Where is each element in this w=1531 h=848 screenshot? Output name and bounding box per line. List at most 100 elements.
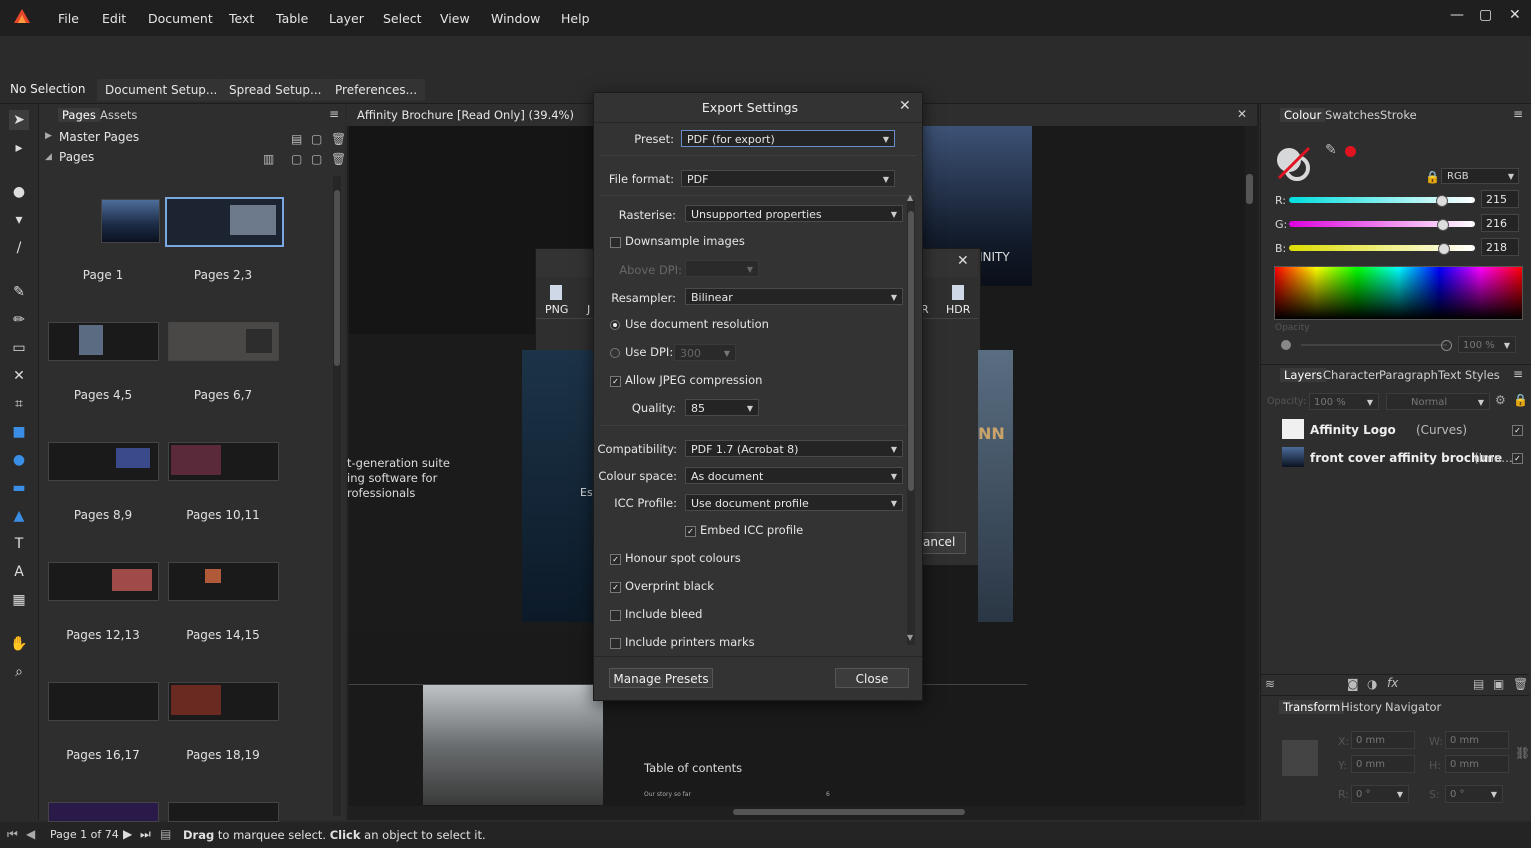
g-slider-knob[interactable]	[1437, 219, 1449, 231]
picture-frame-tool-icon[interactable]: ▭	[9, 338, 29, 358]
menu-text[interactable]: Text	[229, 11, 254, 26]
fill-stroke-swatch-icon[interactable]	[1275, 144, 1313, 182]
lock-icon[interactable]: 🔒	[1513, 393, 1528, 407]
r-slider-knob[interactable]	[1436, 195, 1448, 207]
colour-picker-tool-icon[interactable]: ●	[9, 182, 29, 202]
close-dialog-icon[interactable]: ✕	[899, 98, 911, 114]
rasterise-dropdown[interactable]: Unsupported properties ▼	[685, 205, 903, 222]
downsample-checkbox[interactable]	[610, 237, 621, 248]
printers-marks-checkbox[interactable]	[610, 638, 621, 649]
triangle-tool-icon[interactable]: ▲	[9, 506, 29, 526]
page-thumbnail[interactable]	[101, 199, 160, 243]
page-indicator[interactable]: Page 1 of 74	[50, 828, 119, 841]
horizontal-scrollbar[interactable]	[349, 806, 1245, 818]
use-dpi-radio[interactable]	[610, 348, 620, 358]
last-page-icon[interactable]: ⏭	[140, 827, 151, 842]
layer-visibility-checkbox[interactable]: ✓	[1512, 453, 1523, 464]
r-value-field[interactable]: 215	[1481, 190, 1519, 208]
expand-pages-icon[interactable]: ◢	[45, 152, 52, 162]
tab-text-styles[interactable]: Text Styles	[1438, 368, 1500, 382]
honour-spot-checkbox[interactable]: ✓	[610, 554, 621, 565]
menu-document[interactable]: Document	[148, 11, 213, 26]
pencil-tool-icon[interactable]: ✏	[9, 310, 29, 330]
compatibility-dropdown[interactable]: PDF 1.7 (Acrobat 8) ▼	[685, 440, 903, 457]
menu-table[interactable]: Table	[276, 11, 308, 26]
tab-pages[interactable]: Pages	[58, 108, 100, 122]
delete-layer-icon[interactable]: 🗑	[1513, 677, 1528, 691]
menu-view[interactable]: View	[440, 11, 470, 26]
dialog-scrollbar[interactable]	[907, 201, 915, 645]
fx-icon[interactable]: fx	[1387, 676, 1398, 690]
menu-edit[interactable]: Edit	[102, 11, 126, 26]
lock-icon[interactable]: 🔒	[1425, 170, 1440, 184]
pages-label[interactable]: Pages	[59, 150, 94, 164]
png-format-icon[interactable]	[547, 283, 567, 303]
b-value-field[interactable]: 218	[1481, 238, 1519, 256]
tab-history[interactable]: History	[1341, 700, 1382, 714]
minimize-button[interactable]: —	[1450, 7, 1464, 23]
tab-colour[interactable]: Colour	[1280, 108, 1326, 122]
resampler-dropdown[interactable]: Bilinear ▼	[685, 288, 903, 305]
layer-opacity-dropdown[interactable]: 100 % ▼	[1309, 393, 1379, 410]
tab-assets[interactable]: Assets	[100, 108, 137, 122]
page-thumbnail[interactable]	[48, 682, 159, 721]
frame-text-tool-icon[interactable]: T	[9, 534, 29, 554]
jpeg-format-label[interactable]: J	[587, 303, 590, 316]
close-format-dialog-icon[interactable]: ✕	[957, 253, 969, 269]
hand-tool-icon[interactable]: ✋	[9, 634, 29, 654]
page-thumbnail[interactable]	[168, 682, 279, 721]
spread-setup-button[interactable]: Spread Setup...	[221, 79, 330, 101]
scroll-down-icon[interactable]: ▼	[907, 633, 913, 642]
tab-navigator[interactable]: Navigator	[1385, 700, 1441, 714]
icc-profile-dropdown[interactable]: Use document profile ▼	[685, 494, 903, 511]
duplicate-page-icon[interactable]: ▢	[311, 152, 322, 166]
file-format-dropdown[interactable]: PDF ▼	[681, 170, 895, 187]
add-page-icon[interactable]: ▢	[291, 152, 302, 166]
add-master-icon[interactable]: ▤	[291, 132, 302, 146]
preferences-button[interactable]: Preferences...	[327, 79, 426, 101]
group-icon[interactable]: ▣	[1493, 677, 1504, 691]
include-bleed-checkbox[interactable]	[610, 610, 621, 621]
page-thumbnail[interactable]	[168, 442, 279, 481]
scroll-up-icon[interactable]: ▲	[907, 193, 913, 202]
hdr-format-icon[interactable]	[949, 283, 969, 303]
b-slider-knob[interactable]	[1438, 243, 1450, 255]
adjustment-icon[interactable]: ◑	[1367, 677, 1377, 691]
link-icon[interactable]: ⛓	[1515, 746, 1530, 760]
above-dpi-dropdown[interactable]: ▼	[685, 260, 759, 277]
rounded-rect-tool-icon[interactable]: ▬	[9, 478, 29, 498]
colour-model-dropdown[interactable]: RGB ▼	[1441, 168, 1519, 184]
colour-spectrum[interactable]	[1274, 266, 1523, 320]
vertical-scrollbar[interactable]	[1245, 128, 1254, 804]
menu-window[interactable]: Window	[491, 11, 540, 26]
h-field[interactable]: 0 mm	[1445, 755, 1509, 773]
honour-spot-label[interactable]: Honour spot colours	[625, 551, 741, 565]
page-thumbnail[interactable]	[168, 802, 279, 822]
menu-layer[interactable]: Layer	[329, 11, 364, 26]
vector-crop-tool-icon[interactable]: ✕	[9, 366, 29, 386]
app-logo-icon[interactable]	[12, 7, 32, 25]
downsample-label[interactable]: Downsample images	[625, 234, 745, 248]
layer-row[interactable]: Affinity Logo (Curves) ✓	[1261, 417, 1529, 443]
tab-stroke[interactable]: Stroke	[1380, 108, 1417, 122]
expand-master-icon[interactable]: ▶	[45, 131, 52, 141]
pen-tool-icon[interactable]: ✎	[9, 282, 29, 302]
fill-tool-icon[interactable]: ▾	[9, 210, 29, 230]
embed-icc-checkbox[interactable]: ✓	[685, 526, 696, 537]
page-thumbnail[interactable]	[48, 442, 159, 481]
document-setup-button[interactable]: Document Setup...	[97, 79, 226, 101]
tab-transform[interactable]: Transform	[1279, 700, 1345, 714]
tab-swatches[interactable]: Swatches	[1325, 108, 1380, 122]
page-list-icon[interactable]: ▤	[160, 827, 171, 841]
mask-icon[interactable]: ◙	[1347, 677, 1359, 691]
page-options-icon[interactable]: ▥	[263, 152, 274, 166]
table-tool-icon[interactable]: ▦	[9, 590, 29, 610]
opacity-slider-knob[interactable]	[1441, 340, 1452, 351]
anchor-selector-icon[interactable]	[1282, 740, 1318, 776]
artistic-text-tool-icon[interactable]: A	[9, 562, 29, 582]
close-button[interactable]: Close	[835, 668, 909, 688]
rectangle-tool-icon[interactable]: ■	[9, 422, 29, 442]
y-field[interactable]: 0 mm	[1351, 755, 1415, 773]
layer-row[interactable]: front cover affinity brochure (Ima... ✓	[1261, 445, 1529, 471]
quality-dropdown[interactable]: 85 ▼	[685, 399, 759, 416]
